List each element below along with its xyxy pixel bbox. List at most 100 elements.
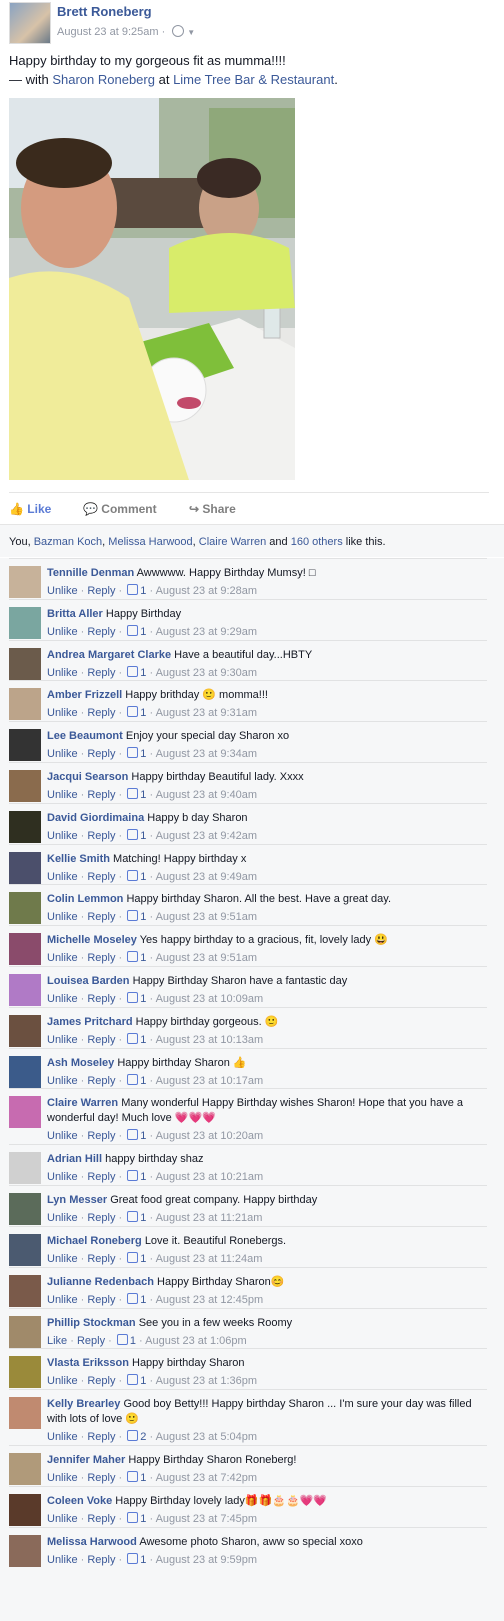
commenter-avatar[interactable] (9, 1014, 41, 1047)
comment-like-toggle[interactable]: Unlike (47, 1431, 78, 1443)
liker-link[interactable]: Claire Warren (199, 536, 266, 548)
commenter-avatar[interactable] (9, 1055, 41, 1088)
commenter-avatar[interactable] (9, 1274, 41, 1307)
comment-reply[interactable]: Reply (87, 1513, 115, 1525)
comment-timestamp[interactable]: August 23 at 10:20am (156, 1130, 264, 1142)
commenter-avatar[interactable] (9, 647, 41, 680)
comment-timestamp[interactable]: August 23 at 9:31am (156, 707, 258, 719)
comment-like-count[interactable]: 1 (125, 624, 146, 638)
comment-like-count[interactable]: 2 (125, 1430, 146, 1443)
comment-timestamp[interactable]: August 23 at 9:29am (156, 626, 258, 638)
comment-like-toggle[interactable]: Unlike (47, 1253, 78, 1265)
commenter-avatar[interactable] (9, 1494, 41, 1526)
comment-timestamp[interactable]: August 23 at 10:21am (156, 1171, 264, 1183)
commenter-name[interactable]: Ash Moseley (47, 1057, 114, 1069)
commenter-name[interactable]: Colin Lemmon (47, 893, 123, 905)
chevron-down-icon[interactable]: ▼ (187, 28, 195, 37)
commenter-avatar[interactable] (9, 1234, 41, 1266)
comment-timestamp[interactable]: August 23 at 9:34am (156, 748, 258, 760)
comment-like-toggle[interactable]: Unlike (47, 993, 78, 1005)
liker-link[interactable]: Bazman Koch (34, 536, 102, 548)
comment-reply[interactable]: Reply (87, 871, 115, 883)
comment-reply[interactable]: Reply (87, 911, 115, 923)
comment-like-toggle[interactable]: Unlike (47, 952, 78, 964)
place-link[interactable]: Lime Tree Bar & Restaurant (173, 72, 334, 87)
commenter-name[interactable]: Jacqui Searson (47, 771, 128, 783)
commenter-name[interactable]: Michael Roneberg (47, 1235, 142, 1247)
comment-reply[interactable]: Reply (87, 1171, 115, 1183)
comment-timestamp[interactable]: August 23 at 11:24am (156, 1253, 263, 1265)
comment-like-toggle[interactable]: Unlike (47, 1472, 78, 1484)
comment-reply[interactable]: Reply (87, 1130, 115, 1142)
comment-like-toggle[interactable]: Unlike (47, 830, 78, 842)
share-button[interactable]: ↪ Share (189, 502, 236, 516)
comment-like-count[interactable]: 1 (125, 1471, 146, 1484)
commenter-avatar[interactable] (9, 688, 41, 721)
commenter-name[interactable]: Michelle Moseley (47, 934, 137, 946)
comment-timestamp[interactable]: August 23 at 9:42am (156, 830, 258, 842)
comment-like-toggle[interactable]: Unlike (47, 1034, 78, 1046)
author-avatar[interactable] (9, 2, 51, 44)
comment-like-count[interactable]: 1 (125, 1211, 146, 1224)
comment-like-toggle[interactable]: Like (47, 1335, 67, 1347)
comment-timestamp[interactable]: August 23 at 9:28am (156, 585, 258, 597)
comment-like-count[interactable]: 1 (125, 1552, 146, 1566)
commenter-name[interactable]: David Giordimaina (47, 812, 144, 824)
commenter-name[interactable]: Tennille Denman (47, 567, 134, 579)
comment-timestamp[interactable]: August 23 at 10:13am (156, 1034, 264, 1046)
comment-reply[interactable]: Reply (87, 748, 115, 760)
liker-link[interactable]: Melissa Harwood (108, 536, 192, 548)
comment-like-count[interactable]: 1 (125, 1032, 146, 1046)
commenter-name[interactable]: Julianne Redenbach (47, 1276, 154, 1288)
commenter-avatar[interactable] (9, 1356, 41, 1389)
commenter-name[interactable]: Coleen Voke (47, 1495, 112, 1507)
commenter-avatar[interactable] (9, 851, 41, 884)
comment-like-count[interactable]: 1 (125, 665, 146, 679)
comment-timestamp[interactable]: August 23 at 1:06pm (145, 1335, 247, 1347)
post-photo[interactable] (9, 98, 295, 480)
comment-like-toggle[interactable]: Unlike (47, 1171, 78, 1183)
comment-reply[interactable]: Reply (87, 1431, 115, 1443)
commenter-avatar[interactable] (9, 1315, 41, 1348)
commenter-name[interactable]: Louisea Barden (47, 975, 130, 987)
commenter-avatar[interactable] (9, 770, 41, 802)
commenter-avatar[interactable] (9, 1397, 41, 1430)
post-timestamp[interactable]: August 23 at 9:25am (57, 26, 159, 38)
comment-timestamp[interactable]: August 23 at 1:36pm (156, 1375, 258, 1387)
author-name[interactable]: Brett Roneberg (57, 4, 152, 19)
comment-like-toggle[interactable]: Unlike (47, 1375, 78, 1387)
comment-reply[interactable]: Reply (87, 1554, 115, 1566)
others-likes-link[interactable]: 160 others (291, 536, 343, 548)
comment-timestamp[interactable]: August 23 at 10:09am (156, 993, 264, 1005)
commenter-name[interactable]: Lyn Messer (47, 1194, 107, 1206)
comment-reply[interactable]: Reply (87, 1294, 115, 1306)
comment-timestamp[interactable]: August 23 at 9:59pm (156, 1554, 258, 1566)
comment-timestamp[interactable]: August 23 at 12:45pm (156, 1294, 264, 1306)
like-button[interactable]: 👍 Like (9, 502, 51, 516)
comment-like-toggle[interactable]: Unlike (47, 1130, 78, 1142)
commenter-avatar[interactable] (9, 566, 41, 598)
comment-like-count[interactable]: 1 (125, 584, 146, 597)
commenter-name[interactable]: Kellie Smith (47, 853, 110, 865)
commenter-avatar[interactable] (9, 606, 41, 639)
comment-like-count[interactable]: 1 (125, 951, 146, 964)
comment-reply[interactable]: Reply (87, 707, 115, 719)
comment-like-count[interactable]: 1 (125, 1073, 146, 1087)
comment-like-toggle[interactable]: Unlike (47, 1075, 78, 1087)
comment-reply[interactable]: Reply (87, 830, 115, 842)
comment-like-toggle[interactable]: Unlike (47, 707, 78, 719)
comment-reply[interactable]: Reply (87, 1212, 115, 1224)
commenter-name[interactable]: Claire Warren (47, 1097, 118, 1109)
comment-like-count[interactable]: 1 (125, 1374, 146, 1387)
commenter-avatar[interactable] (9, 933, 41, 966)
comment-like-toggle[interactable]: Unlike (47, 911, 78, 923)
commenter-avatar[interactable] (9, 892, 41, 925)
comment-reply[interactable]: Reply (87, 993, 115, 1005)
comment-reply[interactable]: Reply (87, 585, 115, 597)
comment-like-count[interactable]: 1 (125, 1292, 146, 1306)
comment-like-count[interactable]: 1 (115, 1333, 136, 1347)
commenter-avatar[interactable] (9, 1453, 41, 1486)
comment-timestamp[interactable]: August 23 at 9:30am (156, 667, 258, 679)
comment-timestamp[interactable]: August 23 at 10:17am (156, 1075, 264, 1087)
comment-timestamp[interactable]: August 23 at 9:51am (156, 952, 258, 964)
